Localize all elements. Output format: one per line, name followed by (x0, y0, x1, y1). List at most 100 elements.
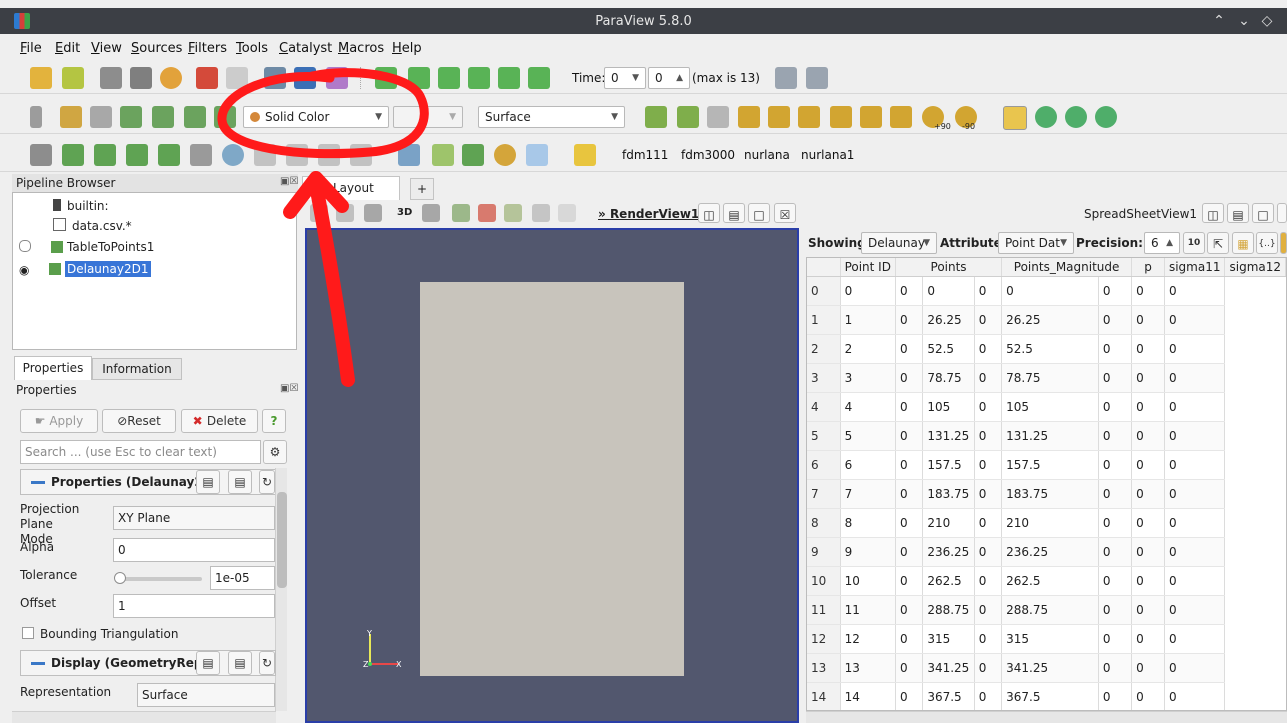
horizontal-scrollbar[interactable] (12, 711, 276, 723)
last-frame-icon[interactable] (498, 67, 520, 89)
reset-button[interactable]: ⊘Reset (102, 409, 176, 433)
menu-help[interactable]: Help (392, 41, 422, 56)
connect-icon[interactable] (100, 67, 122, 89)
select-frustum-icon[interactable] (504, 204, 522, 222)
table-cell[interactable]: 0 (1131, 479, 1165, 509)
table-cell[interactable]: 0 (895, 537, 924, 567)
row-header[interactable]: 1 (807, 305, 841, 335)
table-cell[interactable]: 0 (1164, 624, 1226, 654)
table-cell[interactable]: 3 (840, 363, 896, 393)
camera-redo-icon[interactable] (294, 67, 316, 89)
split-vertical-icon[interactable]: ▤ (723, 203, 745, 223)
showing-combo[interactable]: Delaunay ▼ (861, 232, 937, 254)
macro-fdm111[interactable]: fdm111 (622, 148, 668, 162)
eye-icon[interactable]: ◉ (19, 264, 29, 276)
table-cell[interactable]: 0 (1098, 479, 1133, 509)
table-cell[interactable]: 0 (1131, 450, 1165, 480)
pipeline-item-tabletopoints[interactable]: TableToPoints1 (19, 238, 154, 256)
row-header[interactable]: 8 (807, 508, 841, 538)
scrollbar-thumb[interactable] (277, 492, 287, 588)
row-header[interactable]: 0 (807, 276, 841, 306)
table-cell[interactable]: 13 (840, 653, 896, 683)
table-cell[interactable]: 0 (1164, 479, 1226, 509)
search-input[interactable]: Search ... (use Esc to clear text) (20, 440, 261, 464)
table-row[interactable]: 9 9 0 236.25 0 236.25 0 0 0 (807, 537, 1286, 567)
tolerance-input[interactable]: 1e-05 (210, 566, 275, 590)
row-header[interactable]: 11 (807, 595, 841, 625)
stream-tracer-icon[interactable] (254, 144, 276, 166)
delete-button[interactable]: ✖ Delete (181, 409, 258, 433)
table-cell[interactable]: 105 (922, 392, 975, 422)
table-cell[interactable]: 0 (1131, 508, 1165, 538)
zoom-box-icon[interactable] (422, 204, 440, 222)
table-row[interactable]: 1 1 0 26.25 0 26.25 0 0 0 (807, 305, 1286, 335)
paste-icon[interactable]: ▤ (228, 651, 252, 675)
table-cell[interactable]: 0 (895, 334, 924, 364)
table-row[interactable]: 14 14 0 367.5 0 367.5 0 0 0 (807, 682, 1286, 710)
save-folder-icon[interactable] (62, 67, 84, 89)
zoom-closest-icon[interactable] (806, 67, 828, 89)
table-cell[interactable]: 0 (895, 363, 924, 393)
precision-spinbox[interactable]: 6 ▲ (1144, 232, 1180, 254)
table-cell[interactable]: 0 (1131, 276, 1165, 306)
open-folder-icon[interactable] (30, 67, 52, 89)
table-cell[interactable]: 0 (1164, 653, 1226, 683)
row-header[interactable]: 14 (807, 682, 841, 710)
copy-icon[interactable]: ▤ (196, 470, 220, 494)
split-vertical-icon[interactable]: ▤ (1227, 203, 1249, 223)
table-cell[interactable]: 0 (895, 392, 924, 422)
table-row[interactable]: 5 5 0 131.25 0 131.25 0 0 0 (807, 421, 1286, 451)
glyph-icon[interactable] (222, 144, 244, 166)
split-horizontal-icon[interactable]: ◫ (698, 203, 720, 223)
table-cell[interactable]: 0 (1131, 334, 1165, 364)
row-header[interactable]: 6 (807, 450, 841, 480)
table-cell[interactable]: 0 (1098, 537, 1133, 567)
table-cell[interactable]: 78.75 (922, 363, 975, 393)
table-cell[interactable]: 0 (1164, 450, 1226, 480)
table-cell[interactable]: 0 (1098, 508, 1133, 538)
view-plus-z-icon[interactable] (860, 106, 882, 128)
menu-sources[interactable]: Sources (131, 41, 182, 56)
table-row[interactable]: 11 11 0 288.75 0 288.75 0 0 0 (807, 595, 1286, 625)
table-cell[interactable]: 0 (1131, 624, 1165, 654)
visibility-off-icon[interactable] (19, 240, 31, 252)
table-cell[interactable]: 0 (974, 624, 1003, 654)
table-cell[interactable]: 52.5 (1001, 334, 1099, 364)
table-cell[interactable]: 0 (895, 276, 924, 306)
row-header[interactable]: 9 (807, 537, 841, 567)
table-cell[interactable]: 367.5 (1001, 682, 1099, 710)
refresh-icon[interactable]: ↻ (259, 470, 275, 494)
view-mode-toggle[interactable]: 3D (397, 207, 412, 218)
row-header[interactable]: 7 (807, 479, 841, 509)
representation-combo[interactable]: Surface (137, 683, 275, 707)
tolerance-slider-handle[interactable] (114, 572, 126, 584)
tab-properties[interactable]: Properties (14, 356, 92, 380)
row-header[interactable]: 4 (807, 392, 841, 422)
rescale-custom-icon[interactable] (152, 106, 174, 128)
table-cell[interactable]: 157.5 (922, 450, 975, 480)
toggle-icon[interactable] (30, 106, 42, 128)
refresh-icon[interactable]: ↻ (259, 651, 275, 675)
view-plus-x-icon[interactable] (738, 106, 760, 128)
auto-apply-icon[interactable] (160, 67, 182, 89)
row-header[interactable]: 13 (807, 653, 841, 683)
table-cell[interactable]: 0 (895, 624, 924, 654)
table-cell[interactable]: 0 (1098, 421, 1133, 451)
loop-icon[interactable] (528, 67, 550, 89)
table-cell[interactable]: 7 (840, 479, 896, 509)
center-axes-icon[interactable] (1035, 106, 1057, 128)
table-cell[interactable]: 0 (895, 595, 924, 625)
table-cell[interactable]: 52.5 (922, 334, 975, 364)
table-cell[interactable]: 9 (840, 537, 896, 567)
table-row[interactable]: 4 4 0 105 0 105 0 0 0 (807, 392, 1286, 422)
maximize-view-icon[interactable]: □ (1252, 203, 1274, 223)
zoom-data-icon[interactable] (775, 67, 797, 89)
table-cell[interactable]: 0 (1098, 392, 1133, 422)
reset-center-icon[interactable] (1095, 106, 1117, 128)
table-cell[interactable]: 0 (895, 508, 924, 538)
table-cell[interactable]: 0 (1098, 624, 1133, 654)
panel-float-close-icon[interactable]: ▣☒ (280, 383, 298, 394)
table-cell[interactable]: 0 (1164, 508, 1226, 538)
clear-selection-icon[interactable] (558, 204, 576, 222)
table-cell[interactable]: 262.5 (922, 566, 975, 596)
